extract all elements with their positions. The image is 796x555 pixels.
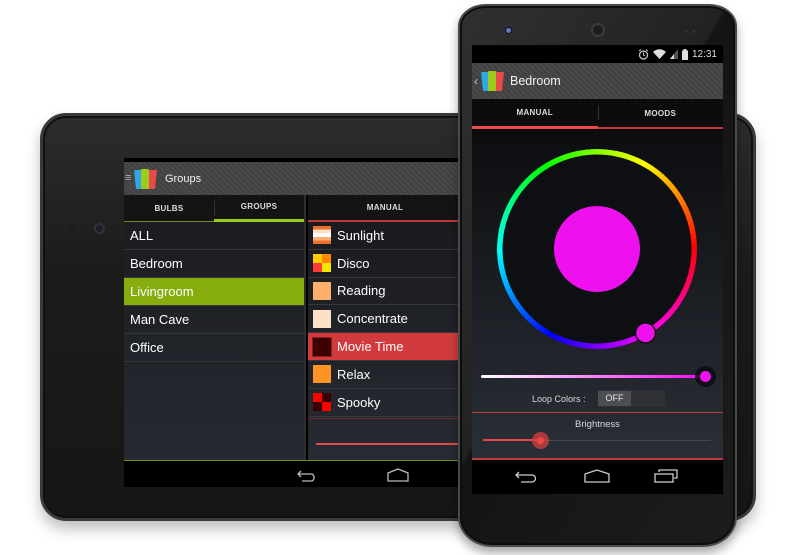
- signal-icon: [669, 49, 678, 59]
- phone-tabs: MANUAL MOODS: [472, 99, 723, 129]
- brightness-knob[interactable]: [531, 432, 549, 449]
- loop-colors-label: Loop Colors :: [532, 394, 586, 404]
- mood-label: Sunlight: [337, 227, 384, 243]
- mood-item[interactable]: Sunlight: [308, 222, 462, 250]
- reading-swatch-icon: [313, 281, 331, 300]
- tab-manual[interactable]: MANUAL: [308, 194, 462, 221]
- group-item[interactable]: ALL: [124, 222, 304, 250]
- mood-item[interactable]: Relax: [308, 361, 462, 389]
- phone-action-bar: ‹ Bedroom: [472, 63, 723, 99]
- group-list: ALL Bedroom Livingroom Man Cave Office: [124, 222, 304, 362]
- tab-manual[interactable]: MANUAL: [472, 99, 598, 129]
- slider-track[interactable]: [316, 443, 462, 445]
- disco-swatch-icon: [313, 254, 331, 273]
- mood-label: Relax: [337, 366, 371, 382]
- phone-sensor: [685, 30, 688, 33]
- wifi-icon: [652, 49, 666, 59]
- saturation-knob[interactable]: [700, 371, 711, 382]
- selected-color-preview: [554, 206, 640, 292]
- hue-knob[interactable]: [634, 322, 657, 344]
- back-icon[interactable]: [514, 469, 538, 483]
- phone-device: 12:31 ‹ Bedroom MANUAL MOODS Loop Colors…: [458, 4, 737, 547]
- mood-item[interactable]: Movie Time: [308, 333, 462, 361]
- tablet-screen: ≡ Groups BULBS GROUPS ALL Bedroom Livingro…: [124, 158, 462, 487]
- back-icon[interactable]: [296, 468, 318, 482]
- alarm-icon: [638, 48, 649, 60]
- status-bar: 12:31: [472, 45, 723, 63]
- tablet-camera: [94, 223, 105, 234]
- group-item[interactable]: Livingroom: [124, 278, 304, 306]
- tablet-action-bar: ≡ Groups: [124, 162, 462, 195]
- mood-list: Sunlight Disco Reading Concentrate Movie Tim…: [308, 222, 462, 417]
- tablet-page-title: Groups: [165, 172, 202, 185]
- manual-color-panel: Loop Colors : OFF Brightness: [472, 131, 723, 460]
- phone-camera: [506, 28, 511, 33]
- divider: [472, 412, 723, 413]
- relax-swatch-icon: [313, 365, 331, 384]
- tablet-sensor: [68, 224, 77, 233]
- mood-item[interactable]: Reading: [308, 278, 462, 306]
- tablet-nav-bar: [124, 460, 462, 487]
- spooky-swatch-icon: [313, 393, 331, 412]
- mood-item[interactable]: Concentrate: [308, 305, 462, 334]
- concentrate-swatch-icon: [313, 309, 331, 328]
- home-icon[interactable]: [584, 469, 610, 483]
- phone-nav-bar: [472, 460, 723, 494]
- phone-page-title: Bedroom: [510, 74, 561, 88]
- mood-label: Reading: [337, 283, 386, 299]
- mood-item[interactable]: Disco: [308, 250, 462, 278]
- tab-bulbs[interactable]: BULBS: [124, 195, 214, 222]
- battery-icon: [681, 48, 688, 60]
- phone-screen: 12:31 ‹ Bedroom MANUAL MOODS Loop Colors…: [472, 45, 723, 494]
- group-item[interactable]: Bedroom: [124, 250, 304, 278]
- tab-moods[interactable]: MOODS: [597, 99, 724, 127]
- group-item[interactable]: Office: [124, 334, 304, 362]
- phone-speaker: [591, 23, 605, 37]
- recent-apps-icon[interactable]: [654, 469, 678, 483]
- brightness-label: Brightness: [575, 419, 620, 430]
- divider: [308, 418, 462, 419]
- home-icon[interactable]: [386, 468, 410, 482]
- mood-label: Spooky: [337, 394, 381, 410]
- groups-panel: BULBS GROUPS ALL Bedroom Livingroom Man Cav…: [124, 195, 306, 460]
- moods-panel: MANUAL Sunlight Disco Reading Concentrate Mo…: [308, 195, 462, 460]
- loop-colors-state: OFF: [598, 391, 631, 406]
- loop-colors-toggle[interactable]: OFF: [598, 390, 665, 407]
- mood-label: Disco: [337, 255, 370, 271]
- mood-item[interactable]: Spooky: [308, 389, 462, 417]
- movie-time-swatch-icon: [312, 336, 332, 357]
- app-logo-icon[interactable]: [134, 168, 157, 190]
- sunlight-swatch-icon: [313, 226, 331, 245]
- mood-label: Concentrate: [337, 311, 408, 327]
- tablet-left-tabs: BULBS GROUPS: [124, 195, 304, 222]
- loop-colors-row: Loop Colors : OFF: [472, 390, 723, 408]
- tab-groups[interactable]: GROUPS: [214, 195, 304, 222]
- app-logo-icon[interactable]: [481, 70, 504, 92]
- tablet-right-tabs: MANUAL: [308, 195, 462, 222]
- group-item[interactable]: Man Cave: [124, 306, 304, 334]
- phone-sensor: [692, 30, 695, 33]
- color-wheel[interactable]: [496, 148, 698, 350]
- saturation-slider[interactable]: [481, 375, 711, 378]
- status-time: 12:31: [691, 48, 717, 60]
- mood-label: Movie Time: [337, 339, 404, 355]
